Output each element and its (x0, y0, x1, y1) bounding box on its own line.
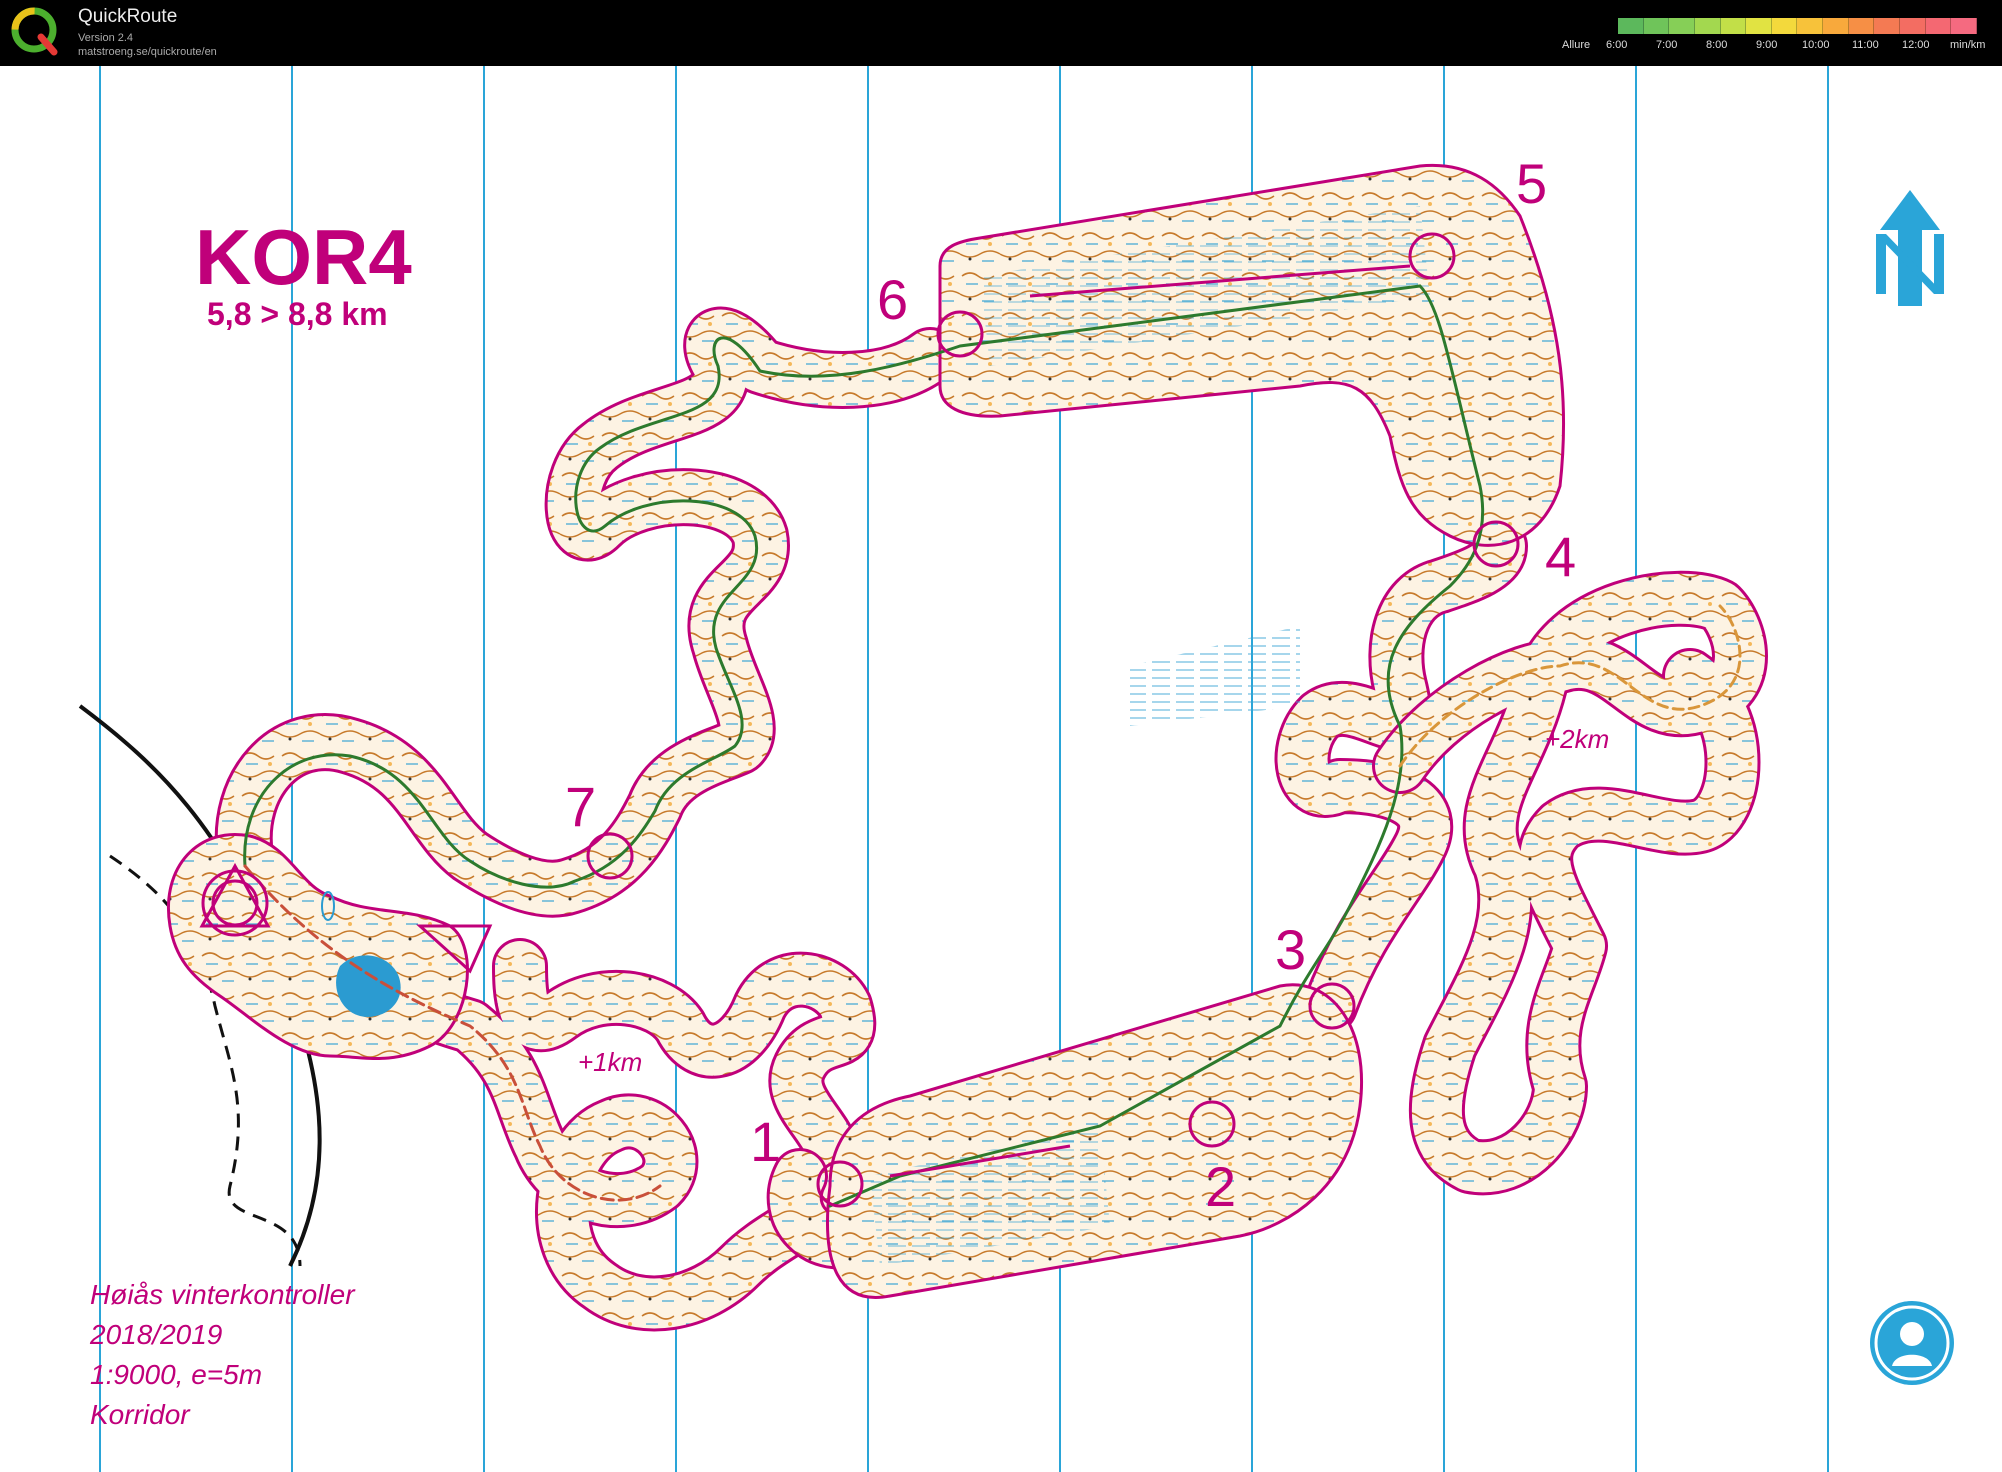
pace-tick: 7:00 (1656, 39, 1678, 51)
pace-unit: min/km (1950, 39, 1986, 51)
pace-color-segment (1874, 18, 1901, 34)
pace-color-segment (1925, 18, 1952, 34)
app-version: Version 2.4 (78, 32, 134, 44)
pace-tick: 6:00 (1606, 39, 1628, 51)
quickroute-logo (11, 7, 58, 56)
pace-scale-label: Allure (1562, 39, 1591, 51)
info-line: 1:9000, e=5m (90, 1359, 262, 1390)
app-name: QuickRoute (78, 6, 178, 27)
app-version-info: Version 2.4 matstroeng.se/quickroute/en (78, 31, 217, 59)
orienteering-map[interactable]: KOR4 5,8 > 8,8 km 1 2 3 4 5 6 7 +1km +2k… (0, 66, 2002, 1472)
pace-color-segment (1694, 18, 1721, 34)
pace-tick: 12:00 (1902, 39, 1930, 51)
control-number-5: 5 (1516, 152, 1547, 215)
pace-tick: 10:00 (1802, 39, 1830, 51)
course-title: KOR4 (195, 213, 412, 301)
pace-scale: Allure 6:00 7:00 8:00 9:00 10:00 11:00 1… (1560, 14, 2000, 64)
control-number-4: 4 (1545, 525, 1576, 588)
app-url[interactable]: matstroeng.se/quickroute/en (78, 45, 217, 59)
club-logo (1870, 1301, 1954, 1385)
pace-tick: 8:00 (1706, 39, 1728, 51)
control-number-3: 3 (1275, 918, 1306, 981)
map-info-block: Høiås vinterkontroller 2018/2019 1:9000,… (89, 1279, 356, 1430)
info-line: Høiås vinterkontroller (90, 1279, 356, 1310)
loop-label-plus2km: +2km (1545, 724, 1609, 754)
pace-color-segment (1643, 18, 1670, 34)
pace-color-segment (1951, 18, 1977, 34)
control-number-2: 2 (1205, 1155, 1236, 1218)
title-bar: QuickRoute Version 2.4 matstroeng.se/qui… (0, 0, 2002, 66)
control-number-1: 1 (750, 1110, 781, 1173)
course-distance: 5,8 > 8,8 km (207, 296, 388, 332)
loop-label-plus1km: +1km (578, 1047, 642, 1077)
pace-color-segment (1900, 18, 1926, 34)
pace-color-segment (1746, 18, 1772, 34)
pace-color-segment (1720, 18, 1747, 34)
pace-color-segment (1669, 18, 1695, 34)
pace-color-bar (1618, 18, 1977, 34)
pace-tick: 9:00 (1756, 39, 1778, 51)
info-line: Korridor (90, 1399, 191, 1430)
pace-color-segment (1771, 18, 1798, 34)
pace-color-segment (1848, 18, 1875, 34)
control-number-6: 6 (877, 268, 908, 331)
north-arrow-icon (1876, 190, 1944, 306)
pace-color-segment (1618, 18, 1644, 34)
info-line: 2018/2019 (89, 1319, 222, 1350)
pace-color-segment (1797, 18, 1824, 34)
pace-tick: 11:00 (1852, 39, 1879, 51)
control-number-7: 7 (565, 775, 596, 838)
pace-color-segment (1823, 18, 1849, 34)
